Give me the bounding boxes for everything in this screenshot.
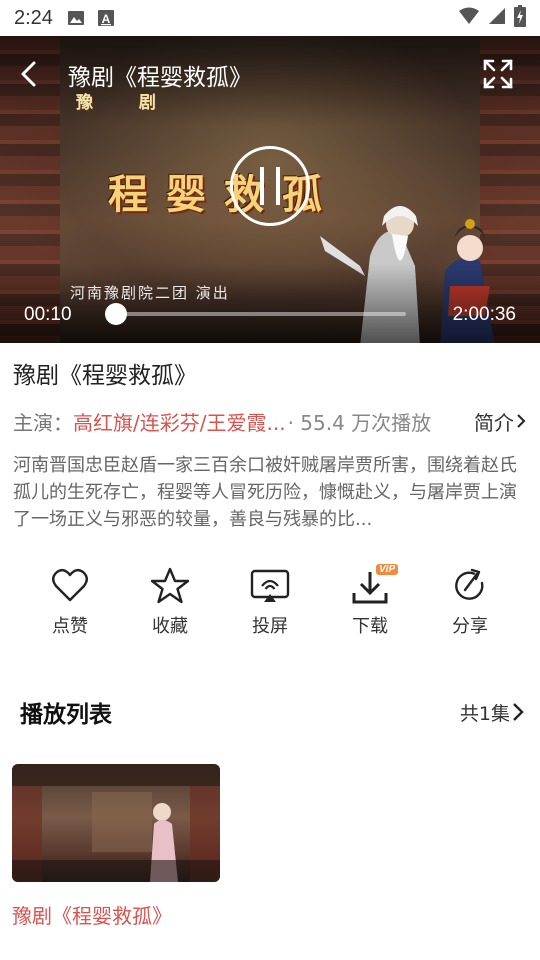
pause-button[interactable] — [230, 146, 310, 226]
wifi-icon — [458, 7, 480, 29]
video-description: 河南晋国忠臣赵盾一家三百余口被奸贼屠岸贾所害，围绕着赵氏孤儿的生死存亡，程婴等人… — [13, 455, 517, 530]
cast-screen-icon — [250, 569, 290, 602]
back-arrow-icon — [21, 61, 36, 87]
player-title: 豫剧《程婴救孤》 — [68, 65, 252, 91]
share-button[interactable]: 分享 — [420, 566, 520, 646]
player-bottom-gradient — [0, 263, 540, 343]
fullscreen-button[interactable] — [482, 58, 514, 90]
intro-button[interactable]: 简介 — [474, 407, 528, 436]
heart-icon — [52, 568, 88, 602]
favorite-button[interactable]: 收藏 — [120, 566, 220, 646]
share-icon — [455, 568, 484, 600]
signal-icon — [488, 7, 506, 29]
cast-label: 主演： — [13, 410, 73, 435]
playlist-count-button[interactable]: 共1集 — [460, 699, 526, 726]
playlist-header: 播放列表 共1集 — [20, 694, 526, 730]
like-button[interactable]: 点赞 — [20, 566, 120, 646]
status-bar: 2:24 A — [0, 0, 540, 36]
progress-slider[interactable] — [105, 303, 406, 325]
cast-names-link[interactable]: 高红旗/连彩芬/王爱霞... — [73, 407, 286, 436]
episode-card[interactable]: 豫剧《程婴救孤》 — [12, 764, 220, 929]
video-title: 豫剧《程婴救孤》 — [13, 363, 197, 389]
action-bar: 点赞 收藏 投屏 VIP 下载 分享 — [20, 564, 520, 646]
overlay-troupe-text: 河南豫剧院二团 演出 — [70, 284, 230, 302]
cast-row: 主演： 高红旗/连彩芬/王爱霞... · 55.4 万次播放 简介 — [13, 406, 528, 436]
a-notification-icon: A — [97, 9, 115, 27]
vip-badge: VIP — [376, 564, 399, 575]
image-icon — [67, 9, 85, 27]
status-time: 2:24 — [14, 6, 53, 29]
star-icon — [150, 567, 190, 604]
favorite-label: 收藏 — [152, 616, 188, 637]
pause-icon-bar — [276, 167, 280, 205]
share-label: 分享 — [452, 616, 488, 637]
video-player[interactable]: 豫 剧 程婴救孤 河南豫剧院二团 演出 豫剧《程婴救孤》 00:10 2:00:… — [0, 36, 540, 343]
chevron-right-icon — [513, 703, 524, 721]
battery-charging-icon — [514, 5, 526, 31]
download-label: 下载 — [352, 616, 388, 637]
current-time: 00:10 — [24, 304, 72, 325]
like-label: 点赞 — [52, 616, 88, 637]
fullscreen-icon — [483, 59, 513, 89]
episode-thumbnail-art — [12, 764, 220, 882]
playlist-count-label: 共1集 — [459, 702, 510, 725]
cast-screen-button[interactable]: 投屏 — [220, 566, 320, 646]
chevron-right-icon — [517, 414, 526, 428]
play-count: · 55.4 万次播放 — [287, 410, 432, 435]
download-button[interactable]: VIP 下载 — [320, 564, 420, 646]
pause-icon — [260, 167, 264, 205]
cast-screen-label: 投屏 — [252, 616, 288, 637]
total-time: 2:00:36 — [452, 304, 516, 325]
playlist-title: 播放列表 — [20, 702, 112, 728]
back-button[interactable] — [14, 58, 46, 90]
svg-text:A: A — [102, 12, 111, 26]
intro-label: 简介 — [474, 410, 514, 435]
episode-title: 豫剧《程婴救孤》 — [12, 904, 172, 928]
episode-thumbnail — [12, 764, 220, 882]
